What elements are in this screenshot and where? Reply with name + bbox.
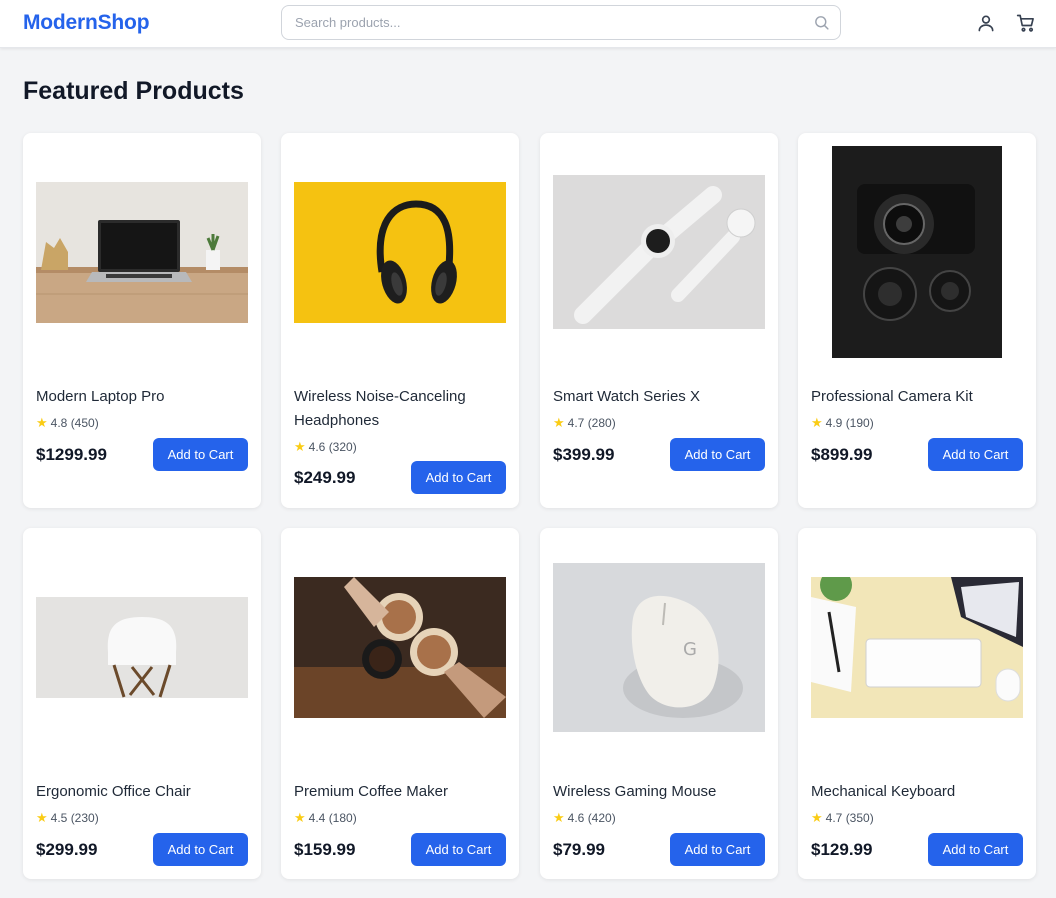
product-name[interactable]: Smart Watch Series X [553, 385, 765, 409]
add-to-cart-button[interactable]: Add to Cart [670, 833, 765, 866]
rating-value: 4.7 [825, 811, 843, 825]
product-card[interactable]: G Wireless Gaming Mouse ★ 4.6 (420) $79.… [540, 528, 778, 879]
star-icon: ★ [811, 415, 823, 430]
product-price: $129.99 [811, 840, 873, 859]
review-count: (180) [328, 811, 357, 825]
rating-value: 4.8 [50, 416, 68, 430]
user-icon[interactable] [976, 13, 996, 33]
white-chair-photo [36, 596, 248, 698]
add-to-cart-button[interactable]: Add to Cart [670, 438, 765, 471]
white-smartwatch-photo [553, 175, 765, 329]
page-title: Featured Products [23, 77, 244, 105]
product-name[interactable]: Ergonomic Office Chair [36, 780, 248, 804]
product-card[interactable]: Smart Watch Series X ★ 4.7 (280) $399.99… [540, 133, 778, 508]
star-icon: ★ [553, 415, 565, 430]
review-count: (320) [328, 440, 357, 454]
star-icon: ★ [294, 439, 306, 454]
search-input[interactable] [282, 6, 840, 39]
camera-and-lenses-photo [832, 146, 1002, 358]
product-rating: ★ 4.9 (190) [811, 415, 874, 431]
star-icon: ★ [294, 810, 306, 825]
review-count: (230) [70, 811, 99, 825]
latte-cups-photo [294, 576, 506, 718]
product-name[interactable]: Professional Camera Kit [811, 385, 1023, 409]
star-icon: ★ [36, 810, 48, 825]
product-name[interactable]: Wireless Noise-Canceling Headphones [294, 385, 506, 433]
product-price: $899.99 [811, 445, 873, 464]
star-icon: ★ [36, 415, 48, 430]
product-rating: ★ 4.7 (350) [811, 810, 874, 826]
rating-value: 4.6 [567, 811, 585, 825]
product-name[interactable]: Mechanical Keyboard [811, 780, 1023, 804]
review-count: (450) [70, 416, 99, 430]
review-count: (280) [587, 416, 616, 430]
product-name[interactable]: Modern Laptop Pro [36, 385, 248, 409]
product-rating: ★ 4.6 (320) [294, 439, 357, 455]
cart-icon[interactable] [1016, 13, 1036, 33]
rating-value: 4.9 [825, 416, 843, 430]
search-icon[interactable] [813, 14, 830, 31]
star-icon: ★ [553, 810, 565, 825]
product-rating: ★ 4.8 (450) [36, 415, 99, 431]
product-rating: ★ 4.5 (230) [36, 810, 99, 826]
search-bar [281, 5, 841, 40]
product-name[interactable]: Wireless Gaming Mouse [553, 780, 765, 804]
add-to-cart-button[interactable]: Add to Cart [411, 833, 506, 866]
rating-value: 4.4 [308, 811, 326, 825]
site-logo[interactable]: ModernShop [23, 11, 150, 35]
review-count: (190) [845, 416, 874, 430]
top-header: ModernShop [0, 0, 1056, 48]
rating-value: 4.7 [567, 416, 585, 430]
product-card[interactable]: Premium Coffee Maker ★ 4.4 (180) $159.99… [281, 528, 519, 879]
add-to-cart-button[interactable]: Add to Cart [411, 461, 506, 494]
review-count: (420) [587, 811, 616, 825]
add-to-cart-button[interactable]: Add to Cart [928, 833, 1023, 866]
product-card[interactable]: Mechanical Keyboard ★ 4.7 (350) $129.99 … [798, 528, 1036, 879]
review-count: (350) [845, 811, 874, 825]
product-price: $1299.99 [36, 445, 107, 464]
product-price: $299.99 [36, 840, 98, 859]
product-price: $399.99 [553, 445, 615, 464]
product-card[interactable]: Modern Laptop Pro ★ 4.8 (450) $1299.99 A… [23, 133, 261, 508]
add-to-cart-button[interactable]: Add to Cart [153, 833, 248, 866]
headphones-on-yellow-photo [294, 181, 506, 323]
product-rating: ★ 4.4 (180) [294, 810, 357, 826]
product-price: $159.99 [294, 840, 356, 859]
product-price: $249.99 [294, 468, 356, 487]
add-to-cart-button[interactable]: Add to Cart [928, 438, 1023, 471]
product-name[interactable]: Premium Coffee Maker [294, 780, 506, 804]
product-card[interactable]: Professional Camera Kit ★ 4.9 (190) $899… [798, 133, 1036, 508]
product-rating: ★ 4.7 (280) [553, 415, 616, 431]
product-card[interactable]: Wireless Noise-Canceling Headphones ★ 4.… [281, 133, 519, 508]
rating-value: 4.5 [50, 811, 68, 825]
product-card[interactable]: Ergonomic Office Chair ★ 4.5 (230) $299.… [23, 528, 261, 879]
product-price: $79.99 [553, 840, 605, 859]
white-gaming-mouse-photo: G [553, 562, 765, 732]
rating-value: 4.6 [308, 440, 326, 454]
add-to-cart-button[interactable]: Add to Cart [153, 438, 248, 471]
svg-text:G: G [683, 639, 697, 660]
keyboard-on-desk-photo [811, 576, 1023, 718]
laptop-on-desk-photo [36, 181, 248, 323]
product-rating: ★ 4.6 (420) [553, 810, 616, 826]
star-icon: ★ [811, 810, 823, 825]
